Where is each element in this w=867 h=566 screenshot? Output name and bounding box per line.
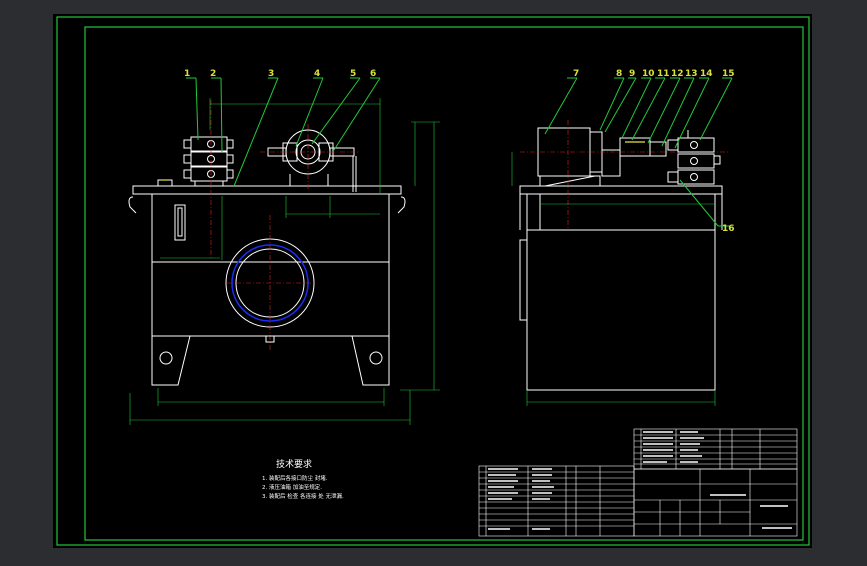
tech-req-line-2: 2. 液压油箱 加油至规定. bbox=[262, 483, 322, 491]
tech-req-line-3: 3. 装配后 检查 各连接 处 无泄漏. bbox=[262, 492, 344, 500]
cad-viewport[interactable]: 1 2 3 4 5 6 7 8 9 10 11 12 13 14 15 16 技… bbox=[0, 0, 867, 562]
balloon-11: 11 bbox=[657, 69, 670, 79]
drawing-canvas: 1 2 3 4 5 6 7 8 9 10 11 12 13 14 15 16 技… bbox=[53, 14, 812, 548]
balloon-16: 16 bbox=[722, 224, 735, 234]
balloon-4: 4 bbox=[314, 69, 320, 79]
balloon-3: 3 bbox=[268, 69, 274, 79]
paper-background bbox=[53, 14, 812, 548]
tech-req-line-1: 1. 装配后各接口防尘 封堵. bbox=[262, 474, 328, 482]
balloon-14: 14 bbox=[700, 69, 713, 79]
balloon-1: 1 bbox=[184, 69, 190, 79]
balloon-12: 12 bbox=[671, 69, 684, 79]
balloon-5: 5 bbox=[350, 69, 356, 79]
balloon-9: 9 bbox=[629, 69, 635, 79]
tech-req-title: 技术要求 bbox=[276, 458, 312, 470]
balloon-6: 6 bbox=[370, 69, 376, 79]
balloon-15: 15 bbox=[722, 69, 735, 79]
balloon-10: 10 bbox=[642, 69, 655, 79]
balloon-13: 13 bbox=[685, 69, 698, 79]
balloon-8: 8 bbox=[616, 69, 622, 79]
balloon-2: 2 bbox=[210, 69, 216, 79]
balloon-7: 7 bbox=[573, 69, 579, 79]
